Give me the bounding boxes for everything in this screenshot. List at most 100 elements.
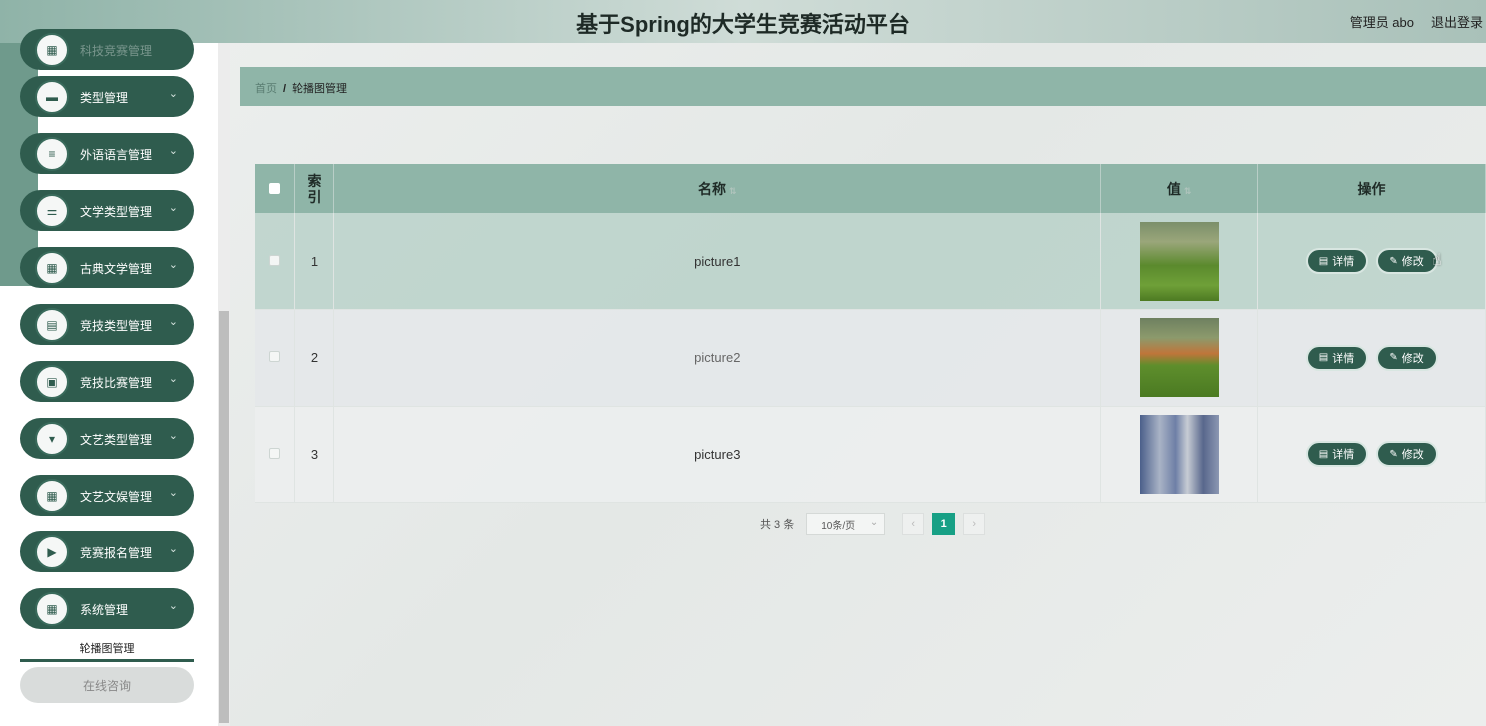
- chevron-down-icon: ⌄: [168, 88, 178, 100]
- row-checkbox[interactable]: [269, 254, 281, 266]
- app-title: 基于Spring的大学生竞赛活动平台: [576, 12, 910, 37]
- row-name: picture2: [333, 309, 1102, 407]
- chevron-down-icon: ⌄: [168, 543, 178, 555]
- sidebar-item-label: 系统管理: [80, 603, 129, 617]
- column-header-name-label: 名称: [698, 180, 727, 197]
- detail-button[interactable]: ▤ 详情: [1305, 248, 1368, 275]
- select-all-cell: [255, 164, 296, 214]
- breadcrumb-separator: /: [283, 83, 287, 95]
- detail-label: 详情: [1332, 256, 1355, 269]
- sidebar-item-label: 文艺类型管理: [80, 433, 153, 447]
- sidebar-item-system[interactable]: ▦ 系统管理 ⌄: [20, 588, 194, 629]
- sidebar-item-literature-type[interactable]: ⚌ 文学类型管理 ⌄: [20, 190, 194, 231]
- edit-button[interactable]: ✎ 修改: [1375, 344, 1438, 371]
- edit-label: 修改: [1401, 352, 1424, 365]
- row-checkbox[interactable]: [269, 447, 281, 459]
- select-all-checkbox[interactable]: [269, 182, 281, 194]
- clipboard-icon: ▤: [35, 308, 69, 342]
- image-thumbnail[interactable]: [1139, 318, 1219, 398]
- page-size-value: 10条/页: [821, 520, 856, 532]
- detail-button[interactable]: ▤ 详情: [1305, 441, 1368, 468]
- chevron-down-icon: ⌄: [168, 430, 178, 442]
- sidebar-item-sport-match[interactable]: ▣ 竞技比赛管理 ⌄: [20, 361, 194, 402]
- detail-button[interactable]: ▤ 详情: [1305, 344, 1368, 371]
- submenu-item-carousel[interactable]: 轮播图管理: [20, 637, 194, 662]
- carousel-table: 索引 名称 ⇅ 值 ⇅ 操作 1 picture1 ▤ 详情 ✎ 修改 2 picture…: [255, 164, 1486, 504]
- sidebar-item-label: 外语语言管理: [80, 148, 153, 162]
- edit-button[interactable]: ✎ 修改: [1375, 248, 1438, 275]
- pencil-icon: ✎: [1389, 255, 1398, 267]
- chevron-down-icon: ⌄: [168, 145, 178, 157]
- column-header-index[interactable]: 索引: [294, 164, 335, 214]
- logout-link[interactable]: 退出登录: [1431, 12, 1483, 31]
- image-thumbnail[interactable]: [1139, 221, 1219, 301]
- breadcrumb-current: 轮播图管理: [292, 83, 348, 95]
- sidebar-item-sport-type[interactable]: ▤ 竞技类型管理 ⌄: [20, 304, 194, 345]
- sidebar-item-0[interactable]: ▦ 科技竞赛管理: [20, 29, 194, 70]
- video-icon: ▶: [35, 535, 69, 569]
- breadcrumb: 首页 / 轮播图管理: [240, 67, 1486, 106]
- chevron-left-icon: ‹: [911, 518, 916, 530]
- consult-button[interactable]: 在线咨询: [20, 667, 194, 703]
- chevron-right-icon: ›: [972, 518, 977, 530]
- sidebar-item-art-type[interactable]: ▾ 文艺类型管理 ⌄: [20, 418, 194, 459]
- sidebar-item-art-entertainment[interactable]: ▦ 文艺文娱管理 ⌄: [20, 475, 194, 516]
- grid-icon: ▦: [35, 251, 69, 285]
- pagination-total: 共 3 条: [760, 519, 795, 531]
- sidebar-item-label: 类型管理: [80, 91, 129, 105]
- sidebar-item-type[interactable]: ▬ 类型管理 ⌄: [20, 76, 194, 117]
- table-row: 1 picture1 ▤ 详情 ✎ 修改: [255, 213, 1486, 311]
- sidebar: ▦ 科技竞赛管理 ▬ 类型管理 ⌄ ≡ 外语语言管理 ⌄ ⚌ 文学类型管理 ⌄ …: [0, 29, 230, 726]
- prev-page-button[interactable]: ‹: [902, 513, 925, 535]
- chevron-down-icon: ⌄: [168, 600, 178, 612]
- image-thumbnail[interactable]: [1139, 414, 1219, 494]
- sort-icon[interactable]: ⇅: [729, 186, 737, 196]
- row-index: 3: [294, 406, 335, 504]
- chevron-down-icon: ⌄: [168, 259, 178, 271]
- column-header-value[interactable]: 值 ⇅: [1100, 164, 1259, 214]
- sidebar-item-classical-literature[interactable]: ▦ 古典文学管理 ⌄: [20, 247, 194, 288]
- sidebar-item-label: 文艺文娱管理: [80, 490, 153, 504]
- grid-icon: ▦: [35, 33, 69, 67]
- document-icon: ▤: [1318, 352, 1329, 364]
- chevron-down-icon: ⌄: [869, 517, 879, 528]
- pin-icon: ▾: [35, 422, 69, 456]
- sidebar-item-label: 科技竞赛管理: [80, 44, 153, 58]
- sidebar-item-registration[interactable]: ▶ 竞赛报名管理 ⌄: [20, 531, 194, 572]
- document-icon: ▤: [1318, 448, 1329, 460]
- edit-label: 修改: [1401, 256, 1424, 269]
- sidebar-item-label: 古典文学管理: [80, 262, 153, 276]
- table-row: 3 picture3 ▤ 详情 ✎ 修改: [255, 406, 1486, 504]
- sidebar-item-foreign-language[interactable]: ≡ 外语语言管理 ⌄: [20, 133, 194, 174]
- document-icon: ▤: [1318, 255, 1329, 267]
- detail-label: 详情: [1332, 352, 1355, 365]
- sidebar-item-label: 竞技比赛管理: [80, 376, 153, 390]
- sort-icon[interactable]: ⇅: [1184, 186, 1192, 196]
- menu-icon: ≡: [35, 137, 69, 171]
- table-header-row: 索引 名称 ⇅ 值 ⇅ 操作: [255, 164, 1486, 214]
- chat-icon: ▬: [35, 80, 69, 114]
- chevron-down-icon: ⌄: [168, 373, 178, 385]
- row-checkbox[interactable]: [269, 351, 281, 363]
- next-page-button[interactable]: ›: [963, 513, 986, 535]
- pencil-icon: ✎: [1389, 448, 1398, 460]
- row-index: 2: [294, 309, 335, 407]
- sidebar-item-label: 文学类型管理: [80, 205, 153, 219]
- clipboard-check-icon: ▣: [35, 365, 69, 399]
- sidebar-scroll-thumb[interactable]: [219, 311, 229, 723]
- edit-label: 修改: [1401, 449, 1424, 462]
- column-header-name[interactable]: 名称 ⇅: [333, 164, 1102, 214]
- chevron-down-icon: ⌄: [168, 316, 178, 328]
- grid-icon: ▦: [35, 479, 69, 513]
- chevron-down-icon: ⌄: [168, 487, 178, 499]
- row-name: picture3: [333, 406, 1102, 504]
- page-size-select[interactable]: 10条/页 ⌄: [806, 513, 886, 535]
- table-row: 2 picture2 ▤ 详情 ✎ 修改: [255, 309, 1486, 407]
- edit-button[interactable]: ✎ 修改: [1375, 441, 1438, 468]
- page-number-current[interactable]: 1: [932, 513, 956, 535]
- breadcrumb-home[interactable]: 首页: [255, 83, 277, 95]
- row-name: picture1: [333, 213, 1102, 311]
- row-index: 1: [294, 213, 335, 311]
- chevron-down-icon: ⌄: [168, 202, 178, 214]
- current-user: 管理员 abo: [1349, 15, 1414, 30]
